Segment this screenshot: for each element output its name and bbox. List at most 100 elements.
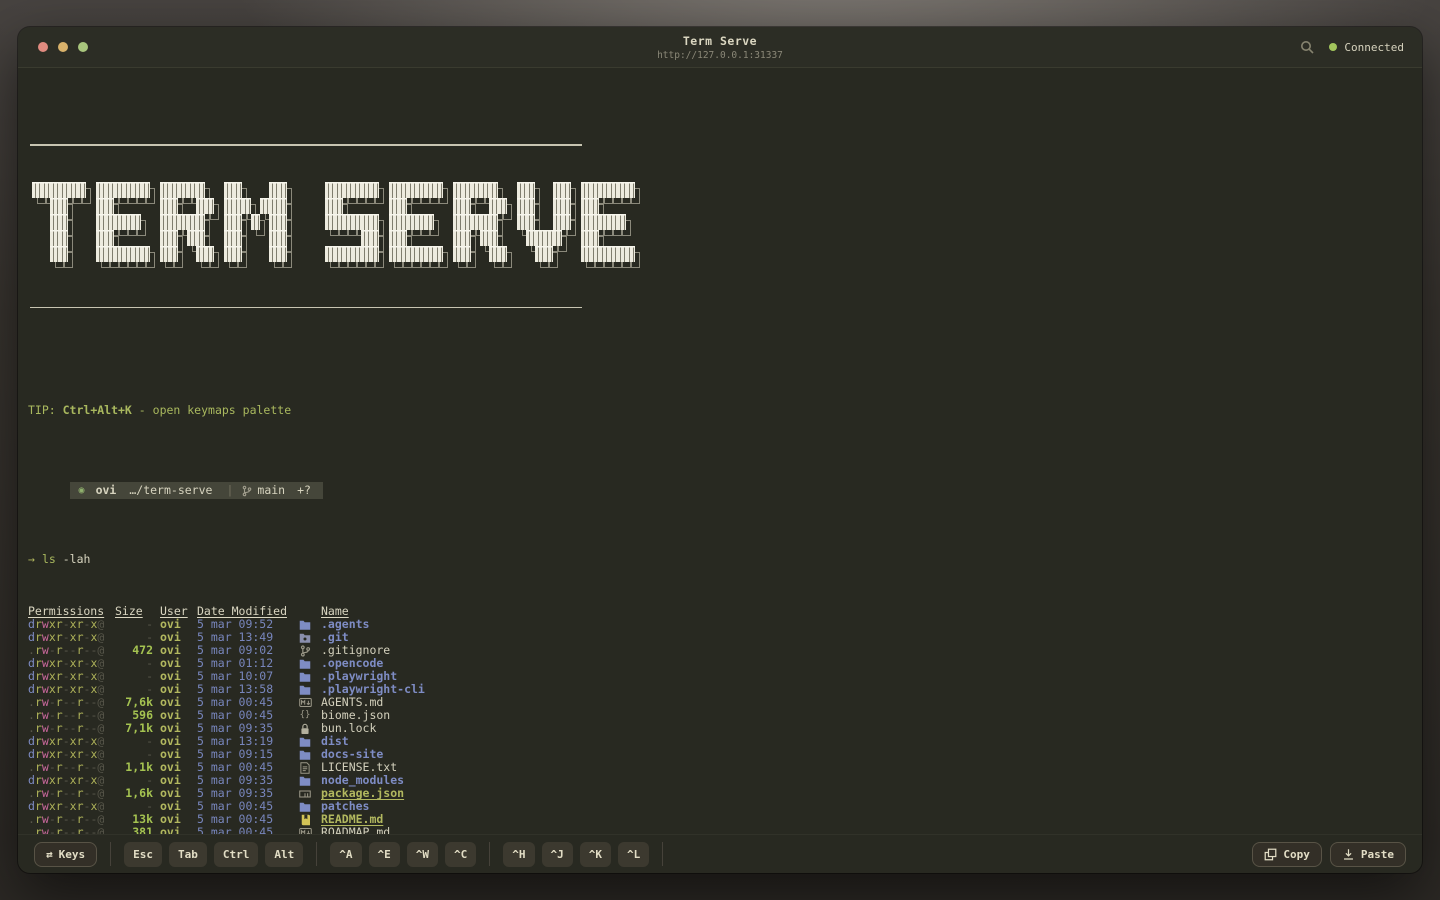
app-window: Term Serve http://127.0.0.1:31337 Connec… xyxy=(18,27,1422,873)
tip-shortcut: Ctrl+Alt+K xyxy=(62,403,132,417)
key-button-ctrl-a[interactable]: ^A xyxy=(330,841,362,867)
status-dot-icon xyxy=(1329,43,1338,51)
prompt-separator: | xyxy=(226,483,234,497)
key-button-ctrl-w[interactable]: ^W xyxy=(406,841,438,867)
key-button-alt[interactable]: Alt xyxy=(265,841,304,867)
paste-button[interactable]: Paste xyxy=(1329,841,1406,867)
logo-rule-top xyxy=(30,144,582,146)
file-name: bun.lock xyxy=(321,721,377,735)
prompt-arrow: → xyxy=(28,552,35,566)
titlebar: Term Serve http://127.0.0.1:31337 Connec… xyxy=(18,27,1422,68)
search-icon[interactable] xyxy=(1299,39,1315,55)
window-url: http://127.0.0.1:31337 xyxy=(657,49,783,61)
file-name: AGENTS.md xyxy=(321,695,384,709)
file-name: .gitignore xyxy=(321,643,391,657)
markdown-icon xyxy=(296,827,314,834)
logo-rule-bottom xyxy=(30,306,582,308)
file-row: .rw-r--r--@ 381 ovi 5 mar 00:45 ROADMAP.md xyxy=(28,826,1422,834)
keys-button[interactable]: ⇄ Keys xyxy=(34,841,98,867)
file-name: patches xyxy=(321,799,370,813)
paste-download-icon xyxy=(1342,848,1355,861)
close-button[interactable] xyxy=(38,42,48,52)
folder-icon xyxy=(296,619,314,630)
toolbar-divider xyxy=(110,842,112,866)
connection-status: Connected xyxy=(1329,41,1404,54)
toolbar-divider xyxy=(662,842,664,866)
lock-icon xyxy=(296,723,314,735)
key-button-ctrl-j[interactable]: ^J xyxy=(541,841,573,867)
folder-icon xyxy=(296,671,314,682)
file-name: LICENSE.txt xyxy=(321,760,398,774)
braces-icon: {} xyxy=(299,710,311,720)
file-owner: ovi xyxy=(160,825,181,835)
paste-label: Paste xyxy=(1360,847,1394,861)
folder-icon xyxy=(296,736,314,747)
traffic-lights xyxy=(38,42,88,52)
folder-icon xyxy=(296,801,314,812)
file-listing: Permissions Size User Date Modified Name drwx… xyxy=(28,605,1422,834)
logo-letter xyxy=(453,181,512,268)
status-label: Connected xyxy=(1344,40,1404,54)
git-branch-icon xyxy=(242,485,252,497)
toolbar: ⇄ Keys Esc Tab Ctrl Alt ^A ^E ^W ^C ^H ^J ^K ^L Cop… xyxy=(18,834,1422,873)
file-name: biome.json xyxy=(321,708,391,722)
key-button-ctrl-e[interactable]: ^E xyxy=(368,841,400,867)
prompt-path: …/term-serve xyxy=(129,483,213,497)
logo-letter xyxy=(581,181,640,268)
window-title: Term Serve xyxy=(682,33,758,48)
logo-letter xyxy=(297,182,320,268)
keys-label: Keys xyxy=(58,847,86,861)
file-name: README.md xyxy=(321,812,384,826)
copy-button[interactable]: Copy xyxy=(1252,841,1322,867)
command-line: → ls -lah xyxy=(28,553,1422,566)
file-name: .agents xyxy=(321,617,370,631)
logo-letter xyxy=(32,181,91,268)
logo-letter xyxy=(517,181,576,268)
folder-icon xyxy=(296,658,314,669)
prompt-git-status: +? xyxy=(297,483,311,497)
key-button-esc[interactable]: Esc xyxy=(124,841,162,867)
git-folder-icon xyxy=(296,632,314,643)
key-button-ctrl-h[interactable]: ^H xyxy=(503,841,535,867)
key-button-ctrl-c[interactable]: ^C xyxy=(445,841,477,867)
file-name: node_modules xyxy=(321,773,405,787)
ascii-logo xyxy=(28,118,1422,334)
key-button-ctrl-l[interactable]: ^L xyxy=(618,841,650,867)
file-name: dist xyxy=(321,734,349,748)
git-icon xyxy=(296,644,314,657)
file-name: .git xyxy=(321,630,349,644)
zoom-button[interactable] xyxy=(78,42,88,52)
book-icon xyxy=(296,814,314,826)
logo-letter xyxy=(389,181,448,268)
terminal-screen[interactable]: TIP: Ctrl+Alt+K - open keymaps palette ◉… xyxy=(18,69,1422,834)
key-button-ctrl[interactable]: Ctrl xyxy=(213,841,259,867)
prompt-os-icon: ◉ xyxy=(78,485,85,496)
key-button-ctrl-k[interactable]: ^K xyxy=(579,841,611,867)
tip-line: TIP: Ctrl+Alt+K - open keymaps palette xyxy=(28,403,292,417)
file-name: .playwright-cli xyxy=(321,682,425,696)
file-name: ROADMAP.md xyxy=(321,825,391,835)
doc-icon xyxy=(296,761,314,774)
logo-text xyxy=(32,181,1422,268)
copy-label: Copy xyxy=(1283,847,1310,861)
permissions: .rw-r--r--@ xyxy=(28,825,105,835)
folder-icon xyxy=(296,775,314,786)
prompt-branch: main xyxy=(257,483,286,497)
file-size: 381 xyxy=(132,825,153,835)
swap-arrows-icon: ⇄ xyxy=(46,847,53,861)
logo-letter xyxy=(96,181,155,268)
file-name: .playwright xyxy=(321,669,398,683)
prompt-user: ovi xyxy=(95,483,117,497)
folder-icon xyxy=(296,684,314,695)
logo-letter xyxy=(160,181,219,268)
file-name: docs-site xyxy=(321,747,384,761)
command-args: -lah xyxy=(55,552,91,566)
minimize-button[interactable] xyxy=(58,42,68,52)
logo-letter xyxy=(325,181,384,268)
date-modified: 5 mar 00:45 xyxy=(197,825,274,835)
toolbar-divider xyxy=(489,842,491,866)
copy-icon xyxy=(1264,848,1277,861)
prompt-bar: ◉ ovi …/term-serve | main +? xyxy=(69,482,323,499)
logo-letter xyxy=(224,181,292,268)
key-button-tab[interactable]: Tab xyxy=(169,841,207,867)
